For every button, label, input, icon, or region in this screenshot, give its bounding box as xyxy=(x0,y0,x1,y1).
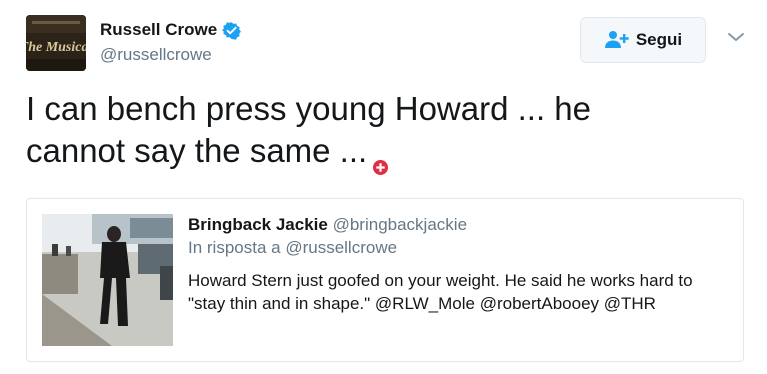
tweet-author[interactable]: Russell Crowe @russellcrowe xyxy=(100,20,242,65)
avatar[interactable]: The Musical xyxy=(26,15,86,71)
follow-button[interactable]: Segui xyxy=(580,17,706,63)
quoted-tweet-image[interactable] xyxy=(42,214,173,346)
chevron-down-icon[interactable] xyxy=(727,30,745,44)
author-name[interactable]: Russell Crowe xyxy=(100,20,217,40)
quoted-reply-to: In risposta a @russellcrowe xyxy=(188,238,398,257)
quoted-tweet-text: Howard Stern just goofed on your weight.… xyxy=(188,269,728,315)
add-user-icon xyxy=(604,30,630,50)
quoted-text-line2: "stay thin and in shape." @RLW_Mole @rob… xyxy=(188,294,656,313)
avatar-logo-text: The Musical xyxy=(26,40,86,55)
follow-label: Segui xyxy=(635,30,683,49)
heavy-plus-sign-icon xyxy=(373,143,389,175)
tweet-text-line1: I can bench press young Howard ... he xyxy=(26,90,591,127)
author-handle[interactable]: @russellcrowe xyxy=(100,45,241,65)
quoted-tweet[interactable]: Bringback Jackie @bringbackjackie In ris… xyxy=(26,198,744,362)
quoted-text-line1: Howard Stern just goofed on your weight.… xyxy=(188,271,693,290)
tweet-text: I can bench press young Howard ... he ca… xyxy=(26,88,726,175)
quoted-author-name[interactable]: Bringback Jackie xyxy=(188,215,328,234)
tweet-text-line2: cannot say the same ... xyxy=(26,132,368,169)
verified-badge-icon xyxy=(222,21,242,40)
quoted-author-handle[interactable]: @bringbackjackie xyxy=(333,215,467,234)
